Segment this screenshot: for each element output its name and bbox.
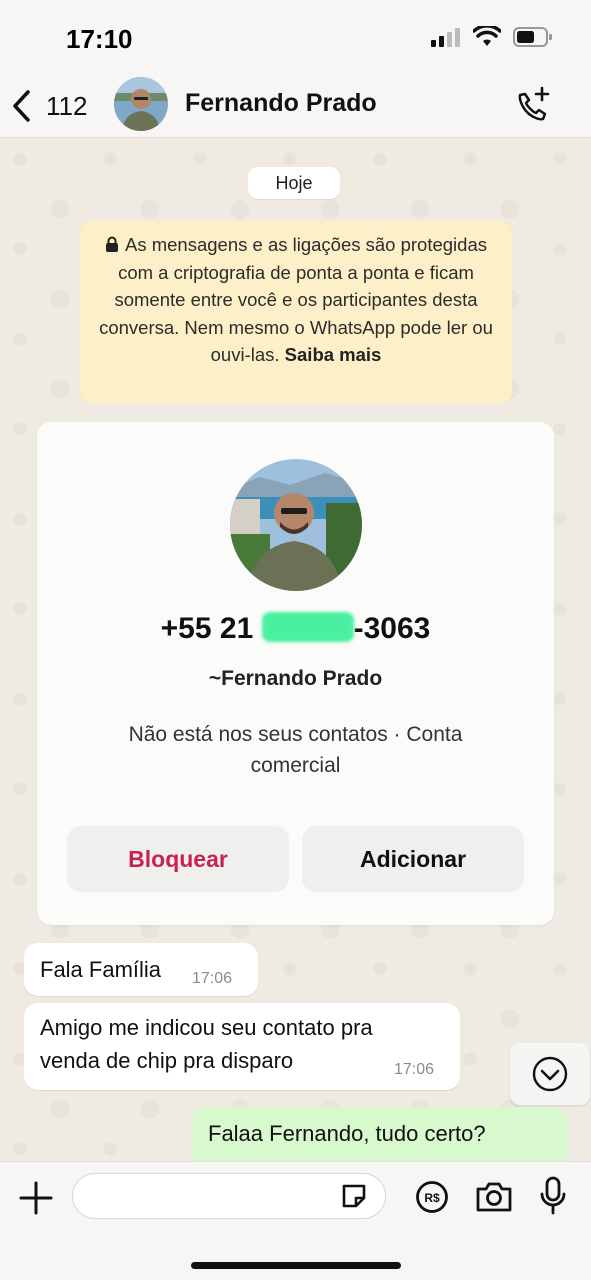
status-bar: 17:10 bbox=[0, 0, 591, 74]
microphone-button[interactable] bbox=[538, 1176, 568, 1216]
status-icons bbox=[431, 26, 553, 48]
sticker-button[interactable] bbox=[340, 1182, 368, 1210]
redaction-mark bbox=[261, 612, 354, 642]
svg-text:R$: R$ bbox=[424, 1191, 440, 1205]
scroll-to-bottom-button[interactable] bbox=[510, 1043, 590, 1105]
phone-suffix: -3063 bbox=[353, 612, 431, 645]
message-input[interactable] bbox=[72, 1173, 386, 1219]
avatar-image bbox=[114, 77, 168, 131]
chevron-down-circle-icon bbox=[532, 1056, 568, 1092]
date-divider: Hoje bbox=[248, 167, 340, 199]
plus-icon bbox=[19, 1181, 53, 1215]
message-incoming[interactable]: Amigo me indicou seu contato pra venda d… bbox=[24, 1003, 460, 1090]
chat-header: 112 Fernando Prado bbox=[0, 74, 591, 138]
contact-phone-number: +55 21 -3063 bbox=[37, 612, 554, 646]
message-text-line-2: venda de chip pra disparo bbox=[40, 1048, 294, 1073]
chevron-left-icon bbox=[13, 90, 30, 122]
profile-photo bbox=[230, 459, 362, 591]
learn-more-link[interactable]: Saiba mais bbox=[285, 344, 382, 365]
message-text: Fala Família bbox=[40, 957, 162, 982]
avatar[interactable] bbox=[114, 77, 168, 131]
add-call-button[interactable] bbox=[511, 84, 553, 126]
chat-area[interactable]: Hoje As mensagens e as ligações são prot… bbox=[0, 139, 591, 1161]
block-button[interactable]: Bloquear bbox=[67, 826, 289, 892]
contact-status-info: Não está nos seus contatos · Conta comer… bbox=[128, 723, 463, 777]
status-time: 17:10 bbox=[66, 24, 133, 54]
phone-prefix: +55 21 bbox=[160, 612, 254, 645]
phone-add-icon bbox=[518, 86, 550, 121]
contact-card: +55 21 -3063 ~Fernando Prado Não está no… bbox=[37, 422, 554, 925]
camera-icon bbox=[476, 1182, 512, 1212]
encryption-notice[interactable]: As mensagens e as ligações são protegida… bbox=[80, 221, 512, 403]
payment-button[interactable]: R$ bbox=[415, 1180, 449, 1214]
wifi-icon bbox=[473, 26, 501, 46]
battery-icon bbox=[513, 27, 552, 47]
message-time: 17:06 bbox=[394, 1061, 435, 1078]
camera-button[interactable] bbox=[474, 1180, 514, 1214]
message-outgoing[interactable]: Falaa Fernando, tudo certo? bbox=[192, 1107, 567, 1161]
message-incoming[interactable]: Fala Família 17:06 bbox=[24, 943, 258, 996]
message-time: 17:06 bbox=[192, 970, 233, 987]
contact-photo[interactable] bbox=[230, 459, 362, 591]
microphone-icon bbox=[540, 1176, 566, 1215]
attach-button[interactable] bbox=[18, 1180, 54, 1216]
sticker-icon bbox=[342, 1184, 366, 1208]
lock-icon bbox=[106, 236, 118, 252]
back-button[interactable]: 112 bbox=[10, 86, 87, 126]
message-text-line-1: Amigo me indicou seu contato pra bbox=[40, 1015, 373, 1040]
contact-display-name: ~Fernando Prado bbox=[208, 667, 383, 690]
home-indicator bbox=[191, 1262, 401, 1269]
signal-icon bbox=[431, 28, 460, 47]
contact-name[interactable]: Fernando Prado bbox=[185, 89, 377, 118]
add-contact-button[interactable]: Adicionar bbox=[302, 826, 524, 892]
payment-icon: R$ bbox=[416, 1181, 448, 1213]
input-bar: R$ bbox=[0, 1161, 591, 1280]
unread-count: 112 bbox=[46, 90, 88, 121]
message-text: Falaa Fernando, tudo certo? bbox=[208, 1121, 486, 1146]
